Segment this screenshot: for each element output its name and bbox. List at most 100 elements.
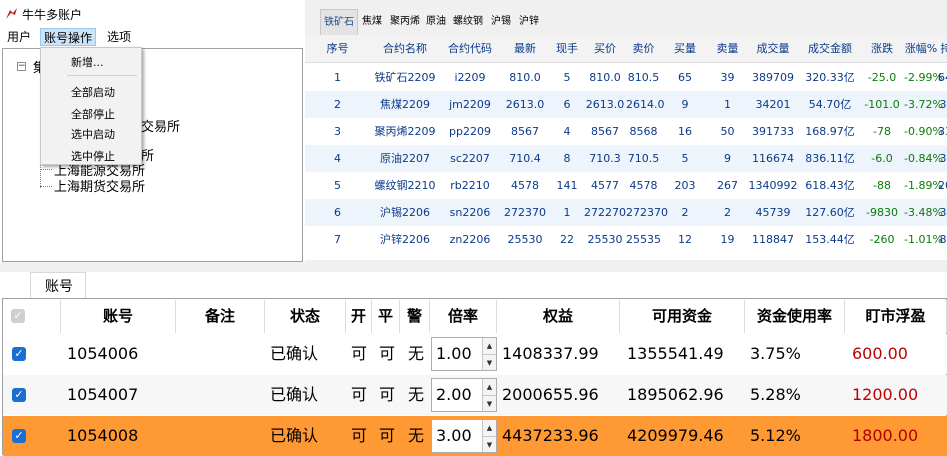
market-col-bid[interactable]: 买价 [584, 35, 626, 63]
market-cell-last: 25530 [507, 233, 543, 246]
market-col-ask[interactable]: 卖价 [626, 35, 661, 63]
market-cell-contract-code: rb2210 [450, 179, 490, 192]
multiplier-stepper[interactable]: 3.00 ▲ ▼ [431, 419, 497, 453]
market-cell-bid-qty: 9 [681, 98, 689, 111]
stepper-buttons: ▲ ▼ [482, 379, 496, 411]
market-col-no[interactable]: 序号 [305, 35, 370, 63]
accounts-col-status[interactable]: 状态 [265, 300, 346, 333]
decrement-arrow-icon[interactable]: ▼ [483, 395, 496, 411]
market-cell-last: 2613.0 [505, 98, 545, 111]
multiplier-value[interactable]: 3.00 [436, 420, 472, 452]
market-cell-change-pct: -1.01% [904, 233, 943, 246]
menu-item-start-selected[interactable]: 选中启动 [71, 126, 115, 142]
accounts-col-multiplier[interactable]: 倍率 [430, 300, 497, 333]
market-cell-ask-qty: 1 [724, 98, 731, 111]
tree-collapse-toggle[interactable]: − [17, 62, 26, 71]
menu-user[interactable]: 用户 [4, 28, 34, 46]
tab-accounts-label[interactable]: 账号 [45, 276, 73, 296]
account-cell-open: 可 [351, 426, 368, 445]
tree-node-shanghai-futures[interactable]: 上海期货交易所 [54, 176, 145, 195]
market-col-last[interactable]: 最新 [500, 35, 550, 63]
row-checkbox[interactable]: ✓ [12, 388, 26, 402]
tab-coking-coal[interactable]: 焦煤 [359, 9, 385, 35]
market-cell-open-interest: 32813 [939, 206, 947, 219]
market-cell-no: 3 [334, 125, 341, 138]
accounts-col-note[interactable]: 备注 [176, 300, 265, 333]
row-checkbox[interactable]: ✓ [12, 347, 26, 361]
menu-item-stop-all[interactable]: 全部停止 [71, 106, 115, 122]
accounts-col-available-funds[interactable]: 可用资金 [620, 300, 745, 333]
tab-iron-ore[interactable]: 铁矿石 [320, 9, 358, 35]
increment-arrow-icon[interactable]: ▲ [483, 338, 496, 354]
market-cell-change: -88 [873, 179, 891, 192]
market-col-contract-code[interactable]: 合约代码 [440, 35, 500, 63]
row-checkbox[interactable]: ✓ [12, 429, 26, 443]
market-cell-contract-code: pp2209 [449, 125, 491, 138]
menu-item-stop-selected[interactable]: 选中停止 [71, 148, 115, 164]
market-cell-last: 272370 [504, 206, 546, 219]
accounts-col-usage-rate[interactable]: 资金使用率 [745, 300, 845, 333]
market-cell-contract-code: jm2209 [449, 98, 491, 111]
multiplier-value[interactable]: 1.00 [436, 338, 472, 370]
market-col-volume-hand[interactable]: 现手 [550, 35, 584, 63]
decrement-arrow-icon[interactable]: ▼ [483, 436, 496, 452]
market-cell-open-interest: 34289 [939, 152, 947, 165]
market-cell-ask-qty: 50 [720, 125, 735, 138]
account-cell-usage-rate: 5.12% [750, 426, 801, 445]
menu-item-start-all[interactable]: 全部启动 [71, 84, 115, 100]
increment-arrow-icon[interactable]: ▲ [483, 379, 496, 395]
market-col-bid-qty[interactable]: 买量 [661, 35, 709, 63]
accounts-col-float-pnl[interactable]: 盯市浮盈 [845, 300, 947, 333]
menu-item-add[interactable]: 新增... [71, 54, 104, 70]
tab-tin[interactable]: 沪锡 [488, 9, 514, 35]
market-col-open-interest[interactable]: 持仓量 [938, 35, 947, 63]
multiplier-stepper[interactable]: 1.00 ▲ ▼ [431, 337, 497, 371]
market-col-volume[interactable]: 成交量 [746, 35, 800, 63]
market-cell-bid-qty: 12 [678, 233, 692, 246]
market-cell-volume: 118847 [752, 233, 794, 246]
market-col-turnover[interactable]: 成交金额 [800, 35, 860, 63]
account-cell-usage-rate: 3.75% [750, 344, 801, 363]
tree-node-partial-a[interactable]: 交易所 [141, 116, 180, 135]
panel-splitter[interactable] [0, 262, 947, 272]
menu-separator [67, 75, 137, 76]
market-cell-change: -101.0 [864, 98, 900, 111]
menu-options[interactable]: 选项 [104, 28, 134, 46]
tab-polypropylene[interactable]: 聚丙烯 [387, 9, 423, 35]
accounts-col-open[interactable]: 开 [346, 300, 372, 333]
account-cell-float-pnl: 1200.00 [852, 385, 919, 404]
multiplier-value[interactable]: 2.00 [436, 379, 472, 411]
tree-connector [40, 169, 52, 170]
accounts-col-account[interactable]: 账号 [61, 300, 176, 333]
market-cell-ask: 8568 [629, 125, 658, 138]
account-cell-usage-rate: 5.28% [750, 385, 801, 404]
menu-account-operations[interactable]: 账号操作 [40, 28, 97, 46]
market-col-change[interactable]: 涨跌 [860, 35, 904, 63]
market-cell-last: 710.4 [509, 152, 541, 165]
market-cell-turnover: 127.60亿 [805, 206, 855, 219]
market-col-change-pct[interactable]: 涨幅% [904, 35, 938, 63]
market-cell-volume: 389709 [752, 71, 794, 84]
market-cell-bid: 810.0 [589, 71, 621, 84]
select-all-checkbox[interactable]: ✓ [11, 309, 25, 323]
market-col-ask-qty[interactable]: 卖量 [709, 35, 746, 63]
accounts-col-equity[interactable]: 权益 [497, 300, 620, 333]
tab-crude-oil[interactable]: 原油 [423, 9, 449, 35]
tab-rebar[interactable]: 螺纹钢 [450, 9, 486, 35]
market-col-contract-name[interactable]: 合约名称 [370, 35, 440, 63]
multiplier-stepper[interactable]: 2.00 ▲ ▼ [431, 378, 497, 412]
decrement-arrow-icon[interactable]: ▼ [483, 354, 496, 370]
accounts-col-alert[interactable]: 警 [400, 300, 430, 333]
increment-arrow-icon[interactable]: ▲ [483, 420, 496, 436]
market-cell-open-interest: 2047857 [938, 179, 947, 192]
tab-zinc[interactable]: 沪锌 [516, 9, 542, 35]
accounts-col-close[interactable]: 平 [372, 300, 400, 333]
account-cell-equity: 1408337.99 [502, 344, 599, 363]
market-cell-bid: 25530 [587, 233, 623, 246]
account-cell-status: 已确认 [270, 344, 319, 363]
market-cell-ask-qty: 9 [724, 152, 731, 165]
select-all-header[interactable]: ✓ [3, 300, 61, 333]
market-cell-bid-qty: 16 [678, 125, 692, 138]
market-cell-bid-qty: 65 [678, 71, 692, 84]
market-cell-last: 8567 [511, 125, 539, 138]
